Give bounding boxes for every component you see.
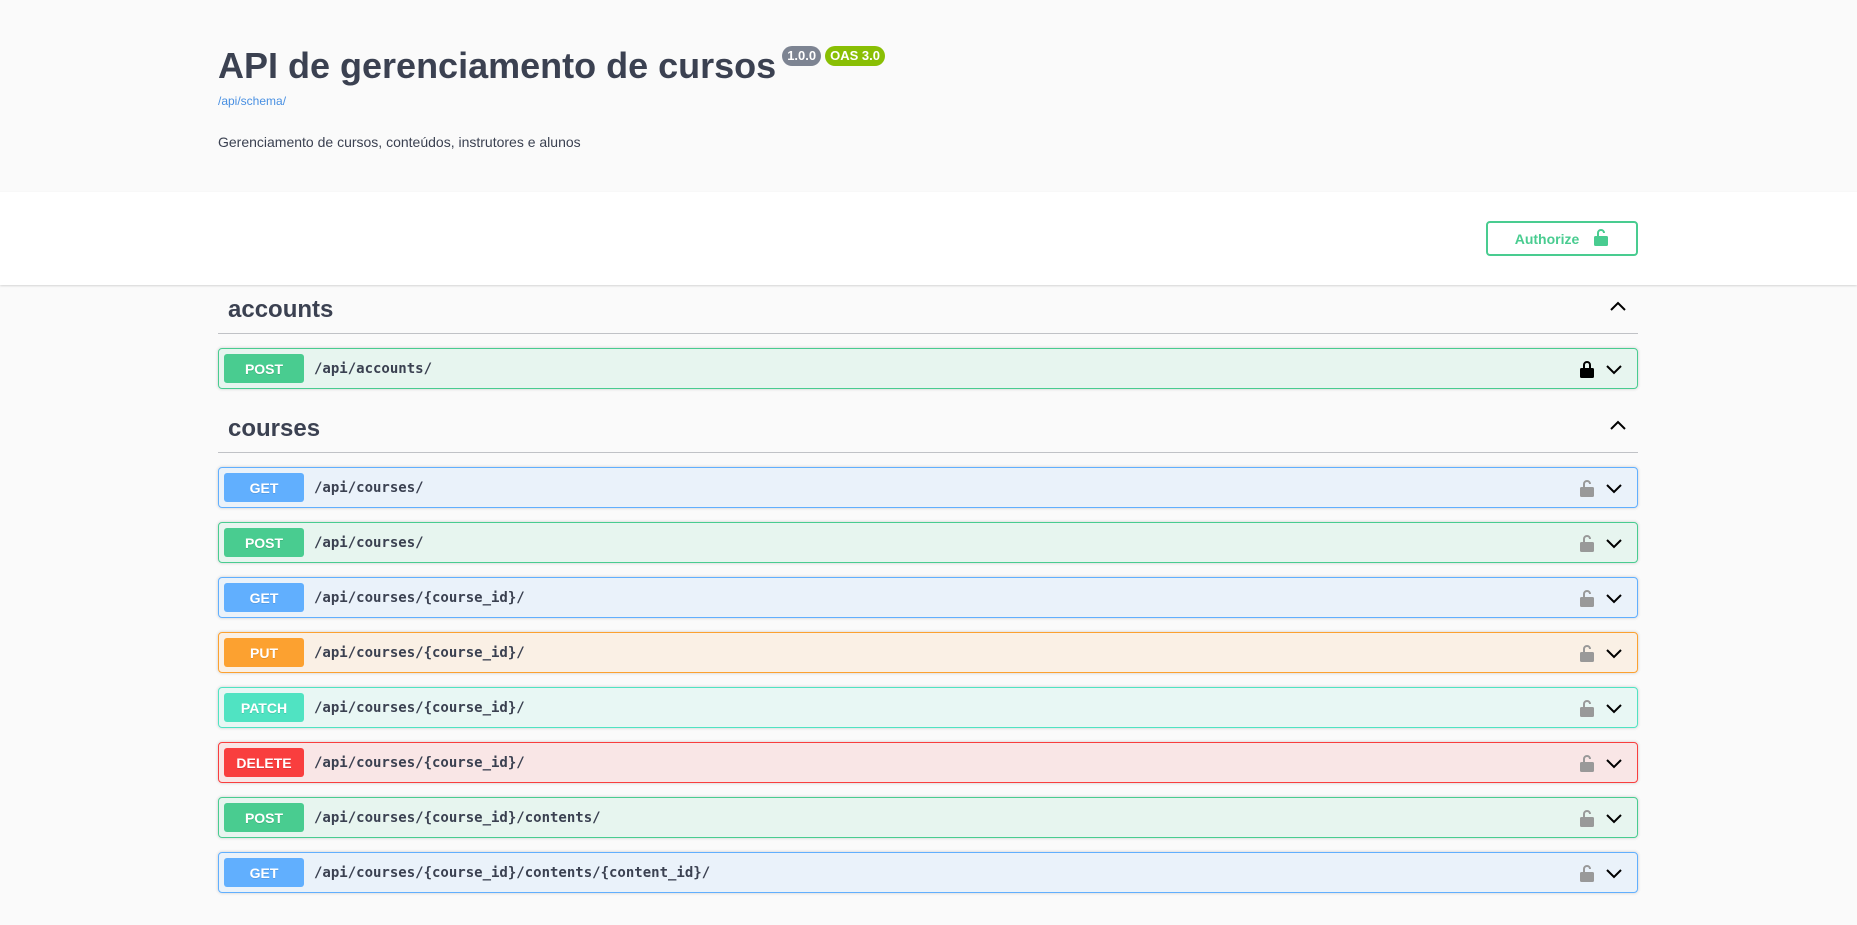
chevron-down-icon[interactable]: [1604, 643, 1624, 663]
tag-section-accounts: accounts POST/api/accounts/: [218, 286, 1638, 389]
chevron-down-icon[interactable]: [1604, 588, 1624, 608]
operation-path: /api/courses/{course_id}/: [314, 589, 525, 606]
tag-header-accounts[interactable]: accounts: [218, 286, 1638, 334]
operation-path: /api/accounts/: [314, 360, 433, 377]
scheme-bar: Authorize: [0, 192, 1857, 285]
operation-row[interactable]: PATCH/api/courses/{course_id}/: [218, 687, 1638, 728]
chevron-down-icon[interactable]: [1604, 698, 1624, 718]
operation-row[interactable]: GET/api/courses/: [218, 467, 1638, 508]
api-title: API de gerenciamento de cursos: [218, 45, 777, 86]
chevron-down-icon[interactable]: [1604, 863, 1624, 883]
unlock-icon[interactable]: [1580, 754, 1594, 772]
operation-row[interactable]: GET/api/courses/{course_id}/: [218, 577, 1638, 618]
tag-name: courses: [228, 414, 321, 442]
lock-icon[interactable]: [1580, 360, 1594, 378]
method-badge: POST: [224, 528, 304, 557]
operation-path: /api/courses/{course_id}/contents/: [314, 809, 601, 826]
unlock-icon[interactable]: [1580, 589, 1594, 607]
chevron-down-icon[interactable]: [1604, 808, 1624, 828]
unlock-icon: [1593, 228, 1609, 249]
method-badge: GET: [224, 473, 304, 502]
operation-path: /api/courses/{course_id}/: [314, 699, 525, 716]
unlock-icon[interactable]: [1580, 479, 1594, 497]
tag-header-courses[interactable]: courses: [218, 405, 1638, 453]
method-badge: GET: [224, 583, 304, 612]
operation-path: /api/courses/: [314, 534, 424, 551]
unlock-icon[interactable]: [1580, 864, 1594, 882]
chevron-down-icon[interactable]: [1604, 753, 1624, 773]
method-badge: PUT: [224, 638, 304, 667]
operation-row[interactable]: GET/api/courses/{course_id}/contents/{co…: [218, 852, 1638, 893]
version-badge: 1.0.0: [782, 46, 822, 66]
operation-path: /api/courses/: [314, 479, 424, 496]
operation-path: /api/courses/{course_id}/contents/{conte…: [314, 864, 711, 881]
tag-name: accounts: [228, 295, 334, 323]
unlock-icon[interactable]: [1580, 534, 1594, 552]
info-section: API de gerenciamento de cursos 1.0.0 OAS…: [0, 0, 1857, 192]
operations-list: accounts POST/api/accounts/courses GET/api…: [218, 286, 1638, 909]
operation-row[interactable]: PUT/api/courses/{course_id}/: [218, 632, 1638, 673]
operation-row[interactable]: POST/api/courses/: [218, 522, 1638, 563]
method-badge: POST: [224, 354, 304, 383]
chevron-down-icon[interactable]: [1604, 533, 1624, 553]
operation-row[interactable]: DELETE/api/courses/{course_id}/: [218, 742, 1638, 783]
operation-row[interactable]: POST/api/courses/{course_id}/contents/: [218, 797, 1638, 838]
method-badge: DELETE: [224, 748, 304, 777]
chevron-up-icon[interactable]: [1608, 416, 1628, 441]
authorize-label: Authorize: [1514, 230, 1580, 247]
schema-link[interactable]: /api/schema/: [218, 94, 286, 108]
unlock-icon[interactable]: [1580, 644, 1594, 662]
authorize-button[interactable]: Authorize: [1486, 221, 1638, 256]
operation-row[interactable]: POST/api/accounts/: [218, 348, 1638, 389]
api-description: Gerenciamento de cursos, conteúdos, inst…: [218, 134, 581, 150]
oas-badge: OAS 3.0: [825, 46, 885, 66]
operation-path: /api/courses/{course_id}/: [314, 644, 525, 661]
unlock-icon[interactable]: [1580, 699, 1594, 717]
chevron-up-icon[interactable]: [1608, 297, 1628, 322]
operation-path: /api/courses/{course_id}/: [314, 754, 525, 771]
method-badge: GET: [224, 858, 304, 887]
chevron-down-icon[interactable]: [1604, 359, 1624, 379]
tag-section-courses: courses GET/api/courses/POST/api/courses/…: [218, 405, 1638, 893]
unlock-icon[interactable]: [1580, 809, 1594, 827]
method-badge: POST: [224, 803, 304, 832]
method-badge: PATCH: [224, 693, 304, 722]
chevron-down-icon[interactable]: [1604, 478, 1624, 498]
